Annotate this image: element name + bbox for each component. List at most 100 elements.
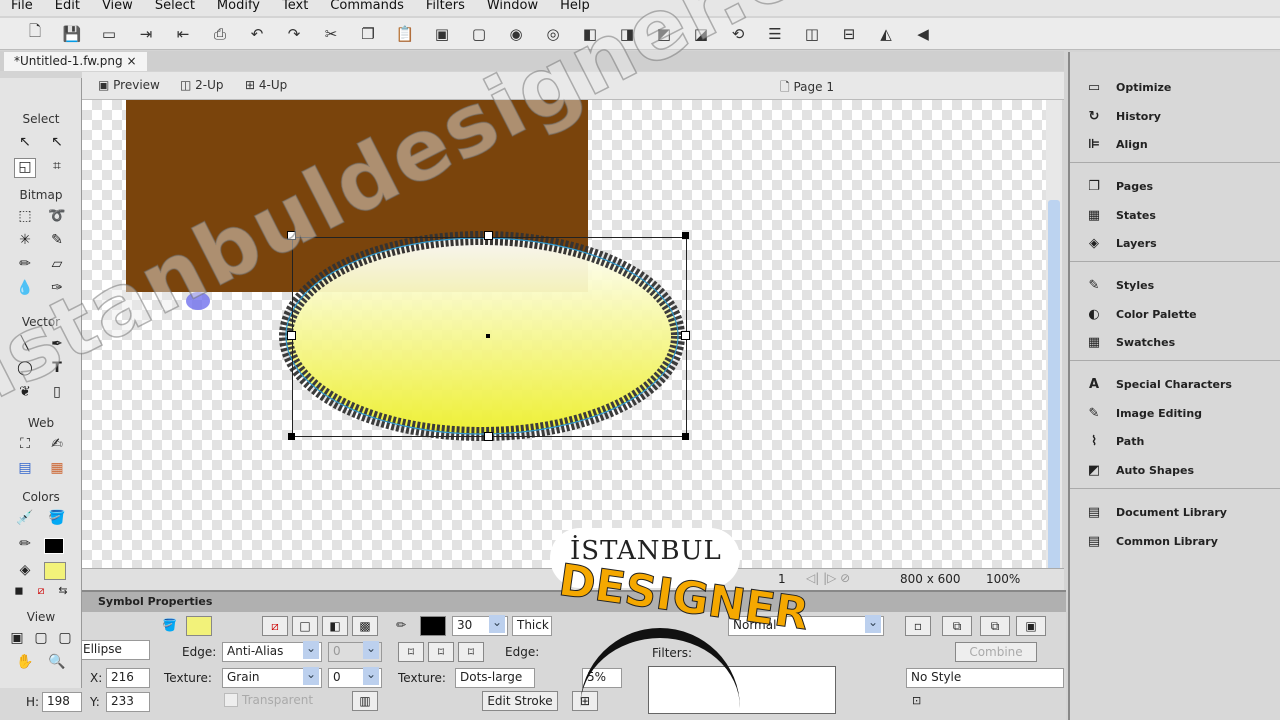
export-icon[interactable]: ⇤ — [170, 22, 196, 46]
lasso-tool-icon[interactable]: ➰ — [46, 208, 68, 228]
y-field[interactable]: 233 — [106, 692, 150, 712]
resize-handle[interactable] — [484, 432, 493, 441]
bring-front-icon[interactable]: ◧ — [577, 22, 603, 46]
import-icon[interactable]: ⇥ — [133, 22, 159, 46]
brush-tool-icon[interactable]: ✎ — [46, 232, 68, 252]
slice-tool-icon[interactable]: ✍ — [46, 436, 68, 456]
resize-handle[interactable] — [484, 231, 493, 240]
stroke-inside-button[interactable]: ⌑ — [398, 642, 424, 662]
magic-wand-icon[interactable]: ✳ — [14, 232, 36, 252]
fill-gradient-button[interactable]: ◧ — [322, 616, 348, 636]
text-tool-icon[interactable]: T — [46, 360, 68, 380]
canvas[interactable] — [82, 100, 1046, 568]
freeform-tool-icon[interactable]: ❦ — [14, 384, 36, 404]
stroke-options-button[interactable]: ⊞ — [572, 691, 598, 711]
combine-button[interactable]: Combine — [955, 642, 1037, 662]
no-color-icon[interactable]: ⧄ — [30, 584, 52, 604]
fill-pattern-button[interactable]: ▩ — [352, 616, 378, 636]
panel-states[interactable]: ▦ States — [1084, 208, 1156, 223]
stroke-type-select[interactable]: Thick — [512, 616, 552, 636]
ellipse-tool-icon[interactable]: ◯ — [14, 360, 36, 380]
standard-screen-icon[interactable]: ▣ — [6, 630, 28, 650]
scale-tool-icon[interactable]: ◱ — [14, 158, 36, 178]
rubber-stamp-icon[interactable]: ✑ — [46, 280, 68, 300]
fill-solid-button[interactable]: □ — [292, 616, 318, 636]
two-up-tab[interactable]: ◫ 2-Up — [180, 78, 224, 92]
h-field[interactable]: 198 — [42, 692, 82, 712]
resize-handle[interactable] — [287, 231, 296, 240]
show-slices-icon[interactable]: ▦ — [46, 460, 68, 480]
menu-file[interactable]: File — [0, 0, 44, 16]
menu-view[interactable]: View — [91, 0, 144, 16]
stroke-texture-amount[interactable]: 5% — [582, 668, 622, 688]
menu-filters[interactable]: Filters — [415, 0, 476, 16]
four-up-tab[interactable]: ⊞ 4-Up — [245, 78, 287, 92]
gradient-edit-button[interactable]: ▥ — [352, 691, 378, 711]
distort-icon[interactable]: ◀ — [910, 22, 936, 46]
transparent-checkbox[interactable] — [224, 693, 238, 707]
panel-history[interactable]: ↻ History — [1084, 109, 1161, 124]
panel-optimize[interactable]: ▭ Optimize — [1084, 80, 1172, 95]
preview-tab[interactable]: ▣ Preview — [98, 78, 160, 92]
resize-handle[interactable] — [682, 232, 689, 239]
knife-tool-icon[interactable]: ▯ — [46, 384, 68, 404]
panel-align[interactable]: ⊫ Align — [1084, 137, 1148, 152]
pencil-tool-icon[interactable]: ✏ — [14, 256, 36, 276]
panel-auto-shapes[interactable]: ◩ Auto Shapes — [1084, 463, 1194, 478]
fill-edge-value[interactable]: 0 — [328, 641, 382, 662]
menu-text[interactable]: Text — [271, 0, 319, 16]
pen-tool-icon[interactable]: ✒ — [46, 336, 68, 356]
resize-handle[interactable] — [288, 433, 295, 440]
panel-color-palette[interactable]: ◐ Color Palette — [1084, 307, 1196, 322]
zoom-tool-icon[interactable]: 🔍 — [46, 654, 68, 674]
panel-special-characters[interactable]: A Special Characters — [1084, 377, 1232, 392]
close-tab-icon[interactable]: × — [126, 54, 136, 68]
intersect-button[interactable]: ⧉ — [942, 616, 972, 636]
resize-handle[interactable] — [287, 331, 296, 340]
stroke-outside-button[interactable]: ⌑ — [458, 642, 484, 662]
menu-edit[interactable]: Edit — [44, 0, 91, 16]
skew-icon[interactable]: ◭ — [873, 22, 899, 46]
hand-tool-icon[interactable]: ✋ — [14, 654, 36, 674]
playback-controls-icon[interactable]: ◁| |▷ ⊘ — [806, 571, 850, 585]
line-tool-icon[interactable]: ╲ — [14, 336, 36, 356]
redo-icon[interactable]: ↷ — [281, 22, 307, 46]
panel-image-editing[interactable]: ✎ Image Editing — [1084, 406, 1203, 421]
default-colors-icon[interactable]: ◼ — [8, 584, 30, 604]
panel-document-library[interactable]: ▤ Document Library — [1084, 505, 1227, 520]
zoom-level[interactable]: 100% — [986, 572, 1020, 586]
scroll-thumb[interactable] — [1048, 200, 1060, 610]
align-icon[interactable]: ☰ — [762, 22, 788, 46]
object-name-field[interactable]: Ellipse — [78, 640, 150, 660]
bring-forward-icon[interactable]: ◨ — [614, 22, 640, 46]
paint-bucket-icon[interactable]: 🪣 — [46, 510, 68, 530]
filters-list[interactable] — [648, 666, 836, 714]
split-icon[interactable]: ◎ — [540, 22, 566, 46]
crop-combine-button[interactable]: ▣ — [1016, 616, 1046, 636]
stroke-color-swatch[interactable] — [420, 616, 446, 636]
ungroup-icon[interactable]: ▢ — [466, 22, 492, 46]
menu-help[interactable]: Help — [549, 0, 601, 16]
panel-common-library[interactable]: ▤ Common Library — [1084, 534, 1218, 549]
blend-mode-select[interactable]: Normal — [728, 615, 884, 636]
join-icon[interactable]: ◉ — [503, 22, 529, 46]
page-selector[interactable]: 🗋 Page 1 — [780, 78, 834, 99]
subselect-tool-icon[interactable]: ↖ — [46, 134, 68, 154]
tab-symbol-properties[interactable]: Symbol Properties — [98, 595, 212, 608]
menu-modify[interactable]: Modify — [206, 0, 271, 16]
pointer-tool-icon[interactable]: ↖ — [14, 134, 36, 154]
panel-pages[interactable]: ❐ Pages — [1084, 179, 1153, 194]
resize-handle[interactable] — [682, 433, 689, 440]
fill-color-swatch[interactable] — [44, 562, 66, 580]
cut-icon[interactable]: ✂ — [318, 22, 344, 46]
full-screen-icon[interactable]: ▢ — [54, 630, 76, 650]
x-field[interactable]: 216 — [106, 668, 150, 688]
save-icon[interactable]: 💾 — [59, 22, 85, 46]
fill-texture-amount[interactable]: 0 — [328, 667, 382, 688]
panel-styles[interactable]: ✎ Styles — [1084, 278, 1155, 293]
union-button[interactable]: ▫ — [905, 616, 931, 636]
group-icon[interactable]: ▣ — [429, 22, 455, 46]
flip-v-icon[interactable]: ⊟ — [836, 22, 862, 46]
stroke-center-button[interactable]: ⌑ — [428, 642, 454, 662]
resize-handle[interactable] — [681, 331, 690, 340]
